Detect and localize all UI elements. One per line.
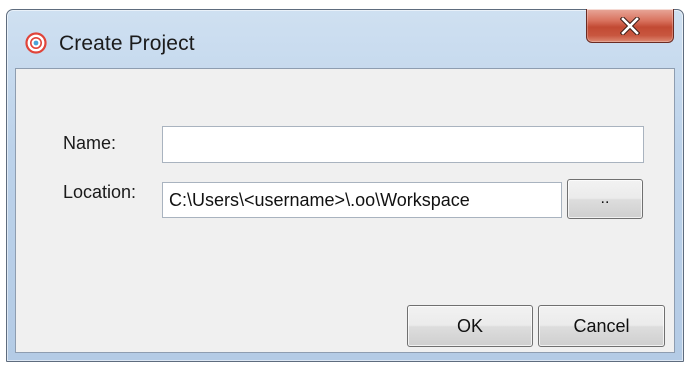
title-bar[interactable]: Create Project: [7, 9, 683, 69]
cancel-button[interactable]: Cancel: [538, 305, 665, 347]
window-title: Create Project: [59, 32, 195, 55]
close-icon: [620, 16, 640, 35]
dialog-body: Name: Location: C:\Users\<username>\.oo\…: [15, 68, 675, 353]
close-button[interactable]: [586, 9, 674, 43]
location-input[interactable]: C:\Users\<username>\.oo\Workspace: [162, 182, 562, 218]
create-project-dialog: Create Project Name: Location: C:\Users\…: [6, 9, 684, 362]
location-label: Location:: [63, 182, 137, 202]
name-label: Name:: [63, 133, 117, 153]
browse-button[interactable]: ..: [567, 179, 643, 219]
ok-button[interactable]: OK: [407, 305, 533, 347]
name-input[interactable]: [162, 126, 644, 163]
app-logo-icon: [25, 32, 47, 54]
